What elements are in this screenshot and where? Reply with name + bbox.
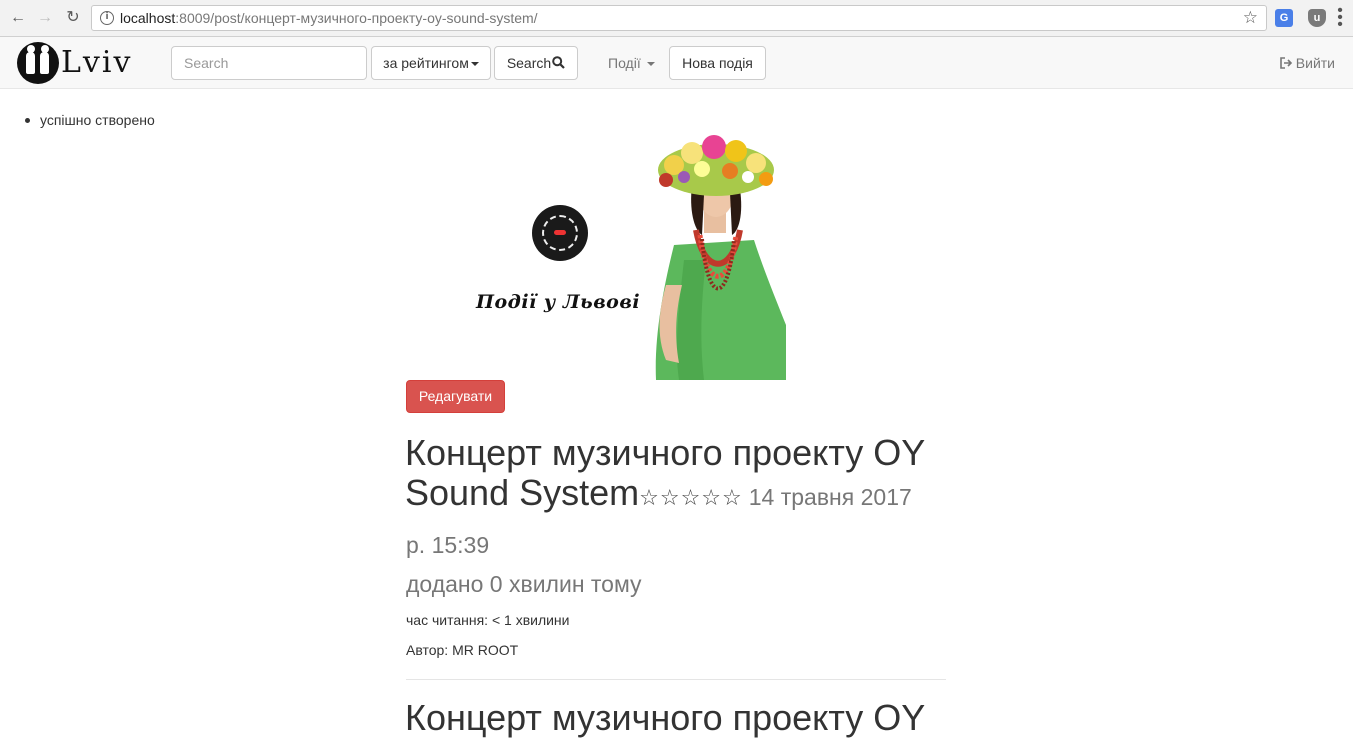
- post-time: р. 15:39: [406, 532, 490, 558]
- logo-emblem-icon: [17, 42, 59, 84]
- translate-extension-icon[interactable]: G: [1275, 9, 1293, 27]
- forward-arrow-icon[interactable]: →: [35, 8, 55, 28]
- banner-caption: Події у Львові: [476, 291, 641, 313]
- logout-label: Вийти: [1295, 55, 1335, 71]
- url-path: :8009/post/концерт-музичного-проекту-oy-…: [175, 10, 538, 26]
- logout-link[interactable]: Вийти: [1279, 54, 1335, 72]
- post-added: додано 0 хвилин тому: [406, 571, 642, 597]
- ublock-extension-icon[interactable]: u: [1308, 9, 1326, 27]
- post-date: 14 травня 2017: [748, 484, 912, 510]
- url-host: localhost: [120, 10, 176, 26]
- site-logo[interactable]: Lviv: [17, 41, 157, 85]
- divider: [406, 679, 946, 680]
- sort-button-label: за рейтингом: [383, 55, 469, 71]
- caret-down-icon: [470, 62, 479, 67]
- banner-emblem-icon: [532, 205, 588, 261]
- events-dropdown-label: Події: [608, 55, 641, 71]
- edit-button[interactable]: Редагувати: [406, 380, 505, 413]
- search-icon: [552, 56, 565, 69]
- reload-icon[interactable]: ↻: [63, 8, 83, 28]
- site-navbar: Lviv за рейтингом Search Події Нова поді…: [0, 37, 1353, 89]
- caret-down-icon: [646, 62, 655, 67]
- browser-menu-icon[interactable]: • • •: [1337, 3, 1343, 33]
- back-arrow-icon[interactable]: ←: [8, 8, 28, 28]
- search-button[interactable]: Search: [494, 46, 578, 80]
- search-input[interactable]: [171, 46, 367, 80]
- woman-with-flower-wreath-image: [655, 135, 786, 380]
- new-event-label: Нова подія: [682, 55, 753, 71]
- search-button-label: Search: [506, 55, 552, 71]
- sort-rating-button[interactable]: за рейтингом: [371, 46, 491, 80]
- info-icon[interactable]: i: [100, 11, 114, 25]
- logout-icon: [1279, 57, 1292, 69]
- post-body-title: Концерт музичного проекту OY: [405, 697, 926, 738]
- logo-text: Lviv: [61, 45, 133, 80]
- post-banner-image: Події у Львові: [406, 135, 786, 380]
- post-title: Концерт музичного проекту OY Sound Syste…: [405, 433, 950, 519]
- events-dropdown[interactable]: Події: [608, 54, 655, 72]
- reading-time: час читання: < 1 хвилини: [406, 612, 570, 628]
- url-text[interactable]: localhost:8009/post/концерт-музичного-пр…: [120, 10, 538, 26]
- address-bar[interactable]: i localhost:8009/post/концерт-музичного-…: [91, 5, 1267, 31]
- rating-stars[interactable]: ☆☆☆☆☆: [639, 486, 743, 511]
- browser-toolbar: ← → ↻ i localhost:8009/post/концерт-музи…: [0, 0, 1353, 37]
- new-event-button[interactable]: Нова подія: [669, 46, 766, 80]
- flash-message: успішно створено: [25, 112, 155, 128]
- bookmark-star-icon[interactable]: ☆: [1243, 8, 1258, 28]
- post-author: Автор: MR ROOT: [406, 642, 519, 658]
